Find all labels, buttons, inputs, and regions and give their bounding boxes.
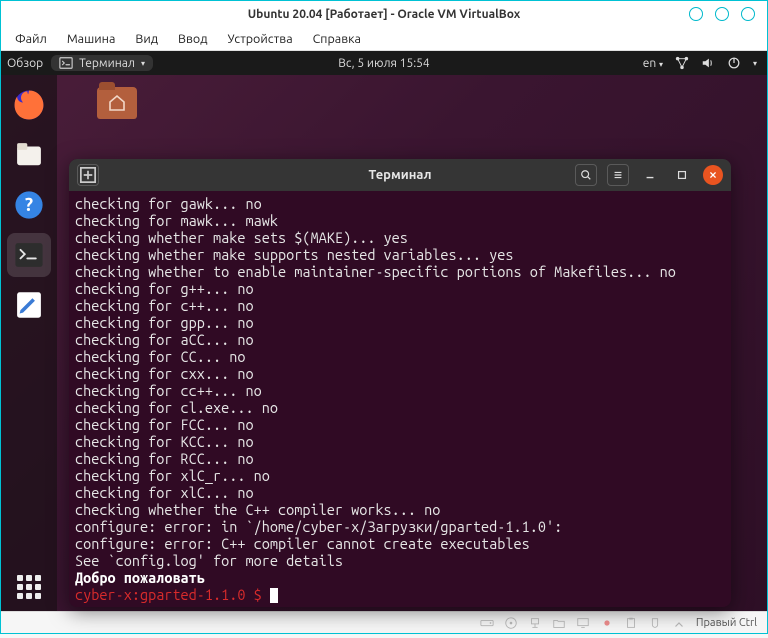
show-applications-button[interactable]: [17, 575, 41, 599]
terminal-welcome: Добро пожаловать: [75, 569, 725, 586]
terminal-line: checking for FCC... no: [75, 416, 725, 433]
terminal-line: checking for g++... no: [75, 280, 725, 297]
menu-devices[interactable]: Устройства: [220, 30, 301, 48]
terminal-line: checking for xlC... no: [75, 484, 725, 501]
clipboard-icon: [624, 616, 638, 630]
dash-dock: ?: [1, 75, 57, 611]
terminal-line: checking for c++... no: [75, 297, 725, 314]
vb-statusbar: Правый Ctrl: [1, 611, 767, 633]
virtualbox-window: Ubuntu 20.04 [Работает] - Oracle VM Virt…: [0, 0, 768, 634]
window-close-button[interactable]: [703, 165, 723, 185]
terminal-window: Терминал: [69, 159, 731, 607]
svg-text:?: ?: [25, 194, 33, 215]
search-button[interactable]: [575, 164, 597, 186]
vb-titlebar: Ubuntu 20.04 [Работает] - Oracle VM Virt…: [1, 1, 767, 27]
terminal-line: checking for cl.exe... no: [75, 399, 725, 416]
cursor-icon: [270, 588, 278, 603]
terminal-line: checking for mawk... mawk: [75, 212, 725, 229]
terminal-prompt: cyber-x:gparted-1.1.0 $: [75, 586, 725, 603]
gnome-topbar: Обзор Терминал ▾ Вс, 5 июля 15:54 en ▾: [1, 51, 767, 75]
window-maximize-button[interactable]: [671, 164, 693, 186]
shared-folder-icon: [552, 616, 566, 630]
terminal-line: configure: error: in `/home/cyber-x/Загр…: [75, 518, 725, 535]
terminal-headerbar: Терминал: [69, 159, 731, 191]
terminal-line: checking for gpp... no: [75, 314, 725, 331]
menu-input[interactable]: Ввод: [170, 30, 215, 48]
terminal-content[interactable]: checking for gawk... nochecking for mawk…: [69, 191, 731, 607]
new-tab-button[interactable]: [77, 164, 99, 186]
terminal-line: checking whether the C++ compiler works.…: [75, 501, 725, 518]
dock-files[interactable]: [7, 133, 51, 177]
terminal-line: configure: error: C++ compiler cannot cr…: [75, 535, 725, 552]
terminal-line: checking for CC... no: [75, 348, 725, 365]
terminal-line: checking for cxx... no: [75, 365, 725, 382]
menu-help[interactable]: Справка: [305, 30, 369, 48]
terminal-line: checking whether make sets $(MAKE)... ye…: [75, 229, 725, 246]
network-icon: [528, 616, 542, 630]
window-minimize-button[interactable]: [639, 164, 661, 186]
dock-terminal[interactable]: [7, 233, 51, 277]
terminal-line: checking for KCC... no: [75, 433, 725, 450]
recording-icon: [600, 616, 614, 630]
dock-text-editor[interactable]: [7, 283, 51, 327]
hamburger-menu-button[interactable]: [607, 164, 629, 186]
optical-icon: [504, 616, 518, 630]
dock-firefox[interactable]: [7, 83, 51, 127]
menu-machine[interactable]: Машина: [59, 30, 124, 48]
hdd-icon: [480, 616, 494, 630]
vb-title: Ubuntu 20.04 [Работает] - Oracle VM Virt…: [1, 8, 767, 21]
terminal-line: checking whether make supports nested va…: [75, 246, 725, 263]
menu-file[interactable]: Файл: [7, 30, 55, 48]
terminal-line: checking for gawk... no: [75, 195, 725, 212]
topbar-clock[interactable]: Вс, 5 июля 15:54: [1, 57, 767, 70]
desktop-home-folder[interactable]: [97, 87, 137, 121]
terminal-line: checking for RCC... no: [75, 450, 725, 467]
dock-help[interactable]: ?: [7, 183, 51, 227]
terminal-line: checking for xlC_r... no: [75, 467, 725, 484]
terminal-line: See `config.log' for more details: [75, 552, 725, 569]
terminal-line: checking whether to enable maintainer-sp…: [75, 263, 725, 280]
vb-menubar: Файл Машина Вид Ввод Устройства Справка: [1, 27, 767, 51]
hostkey-label: Правый Ctrl: [696, 617, 757, 629]
display-icon: [576, 616, 590, 630]
hostkey-icon: [672, 616, 686, 630]
menu-view[interactable]: Вид: [127, 30, 166, 48]
terminal-line: checking for cc++... no: [75, 382, 725, 399]
terminal-line: checking for aCC... no: [75, 331, 725, 348]
vm-screen: Обзор Терминал ▾ Вс, 5 июля 15:54 en ▾: [1, 51, 767, 611]
mouse-icon: [648, 616, 662, 630]
